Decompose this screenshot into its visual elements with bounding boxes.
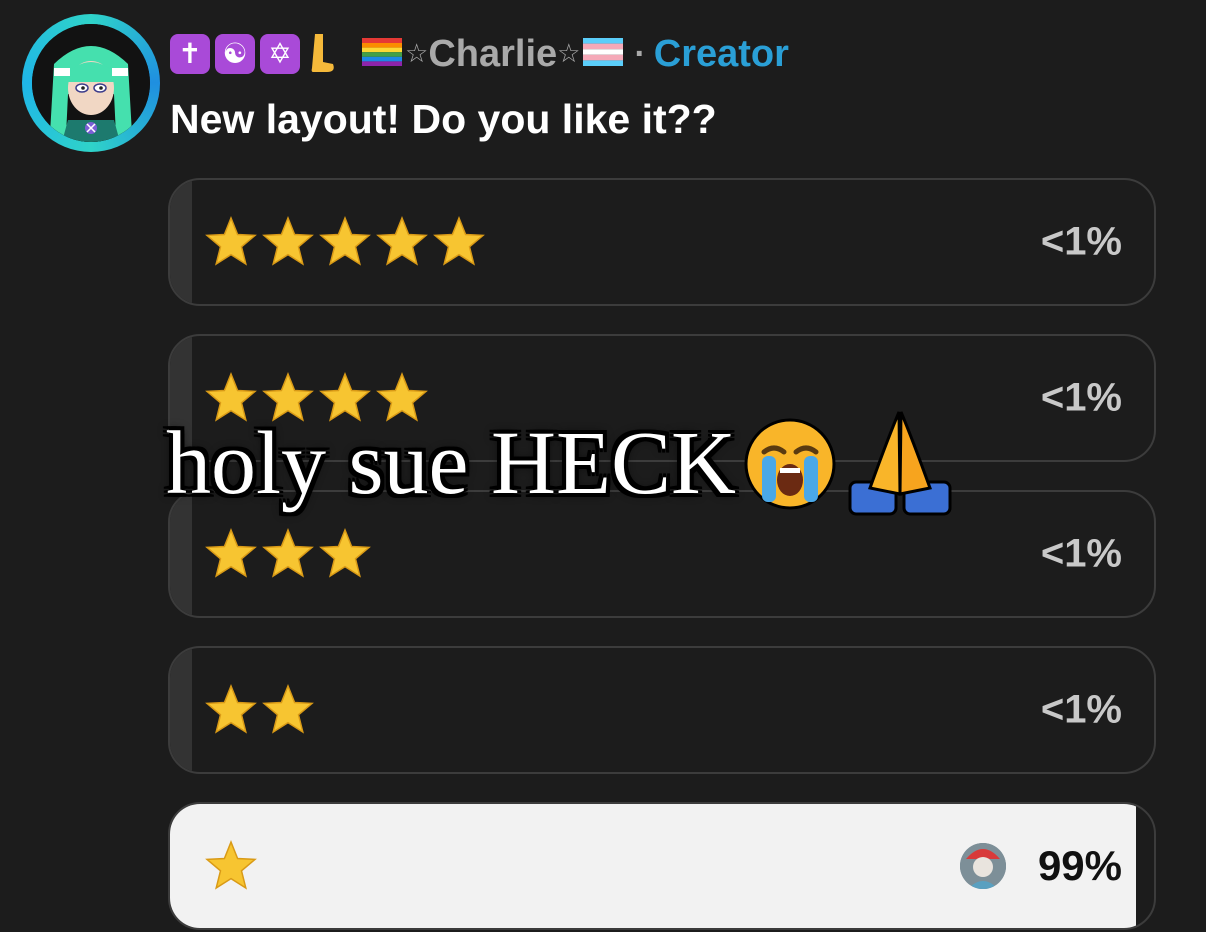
star-icon xyxy=(433,215,485,266)
creator-badge: Creator xyxy=(653,32,789,75)
decorative-star: ☆ xyxy=(405,39,429,69)
author-name[interactable]: Charlie xyxy=(428,33,557,76)
author-avatar[interactable] xyxy=(22,14,160,152)
rainbow-flag-icon xyxy=(362,37,402,71)
loudly-crying-face-icon xyxy=(740,414,840,514)
star-icon xyxy=(319,527,371,578)
yin-yang-badge: ☯ xyxy=(215,34,255,74)
star-icon xyxy=(205,527,257,578)
decorative-star: ☆ xyxy=(557,39,581,69)
caption-text: holy sue HECK xyxy=(166,414,736,513)
star-of-david-badge: ✡ xyxy=(260,34,300,74)
option-percent: <1% xyxy=(1040,219,1122,264)
result-fill-bar xyxy=(170,180,192,304)
option-percent: <1% xyxy=(1040,531,1122,576)
star-icon xyxy=(205,683,257,734)
trans-flag-icon xyxy=(583,37,624,71)
avatar-image xyxy=(32,24,150,142)
voter-avatar xyxy=(960,843,1006,889)
post-title: New layout! Do you like it?? xyxy=(170,96,717,142)
leg-icon xyxy=(307,32,337,76)
poll-option-5-star[interactable]: <1% xyxy=(168,178,1156,306)
option-percent: <1% xyxy=(1040,375,1122,420)
poll-option-1-star[interactable]: 99% xyxy=(168,802,1156,930)
separator-dot: · xyxy=(634,34,646,73)
option-stars xyxy=(204,839,258,893)
star-icon xyxy=(376,215,428,266)
folded-hands-icon xyxy=(844,408,956,520)
option-percent: 99% xyxy=(1037,842,1122,889)
option-stars xyxy=(204,215,486,269)
star-icon xyxy=(262,215,314,266)
result-fill-bar xyxy=(170,648,192,772)
latin-cross-badge: ✝ xyxy=(170,34,210,74)
poll-option-2-star[interactable]: <1% xyxy=(168,646,1156,774)
star-icon xyxy=(262,683,314,734)
option-stars xyxy=(204,527,372,581)
option-percent: <1% xyxy=(1040,687,1122,732)
star-icon xyxy=(205,215,257,266)
option-stars xyxy=(204,683,315,737)
star-icon xyxy=(262,527,314,578)
post-header: ✝ ☯ ✡ ☆ Charlie ☆ · Creator xyxy=(170,26,789,82)
caption-overlay: holy sue HECK xyxy=(166,408,956,520)
star-icon xyxy=(205,839,257,890)
star-icon xyxy=(319,215,371,266)
